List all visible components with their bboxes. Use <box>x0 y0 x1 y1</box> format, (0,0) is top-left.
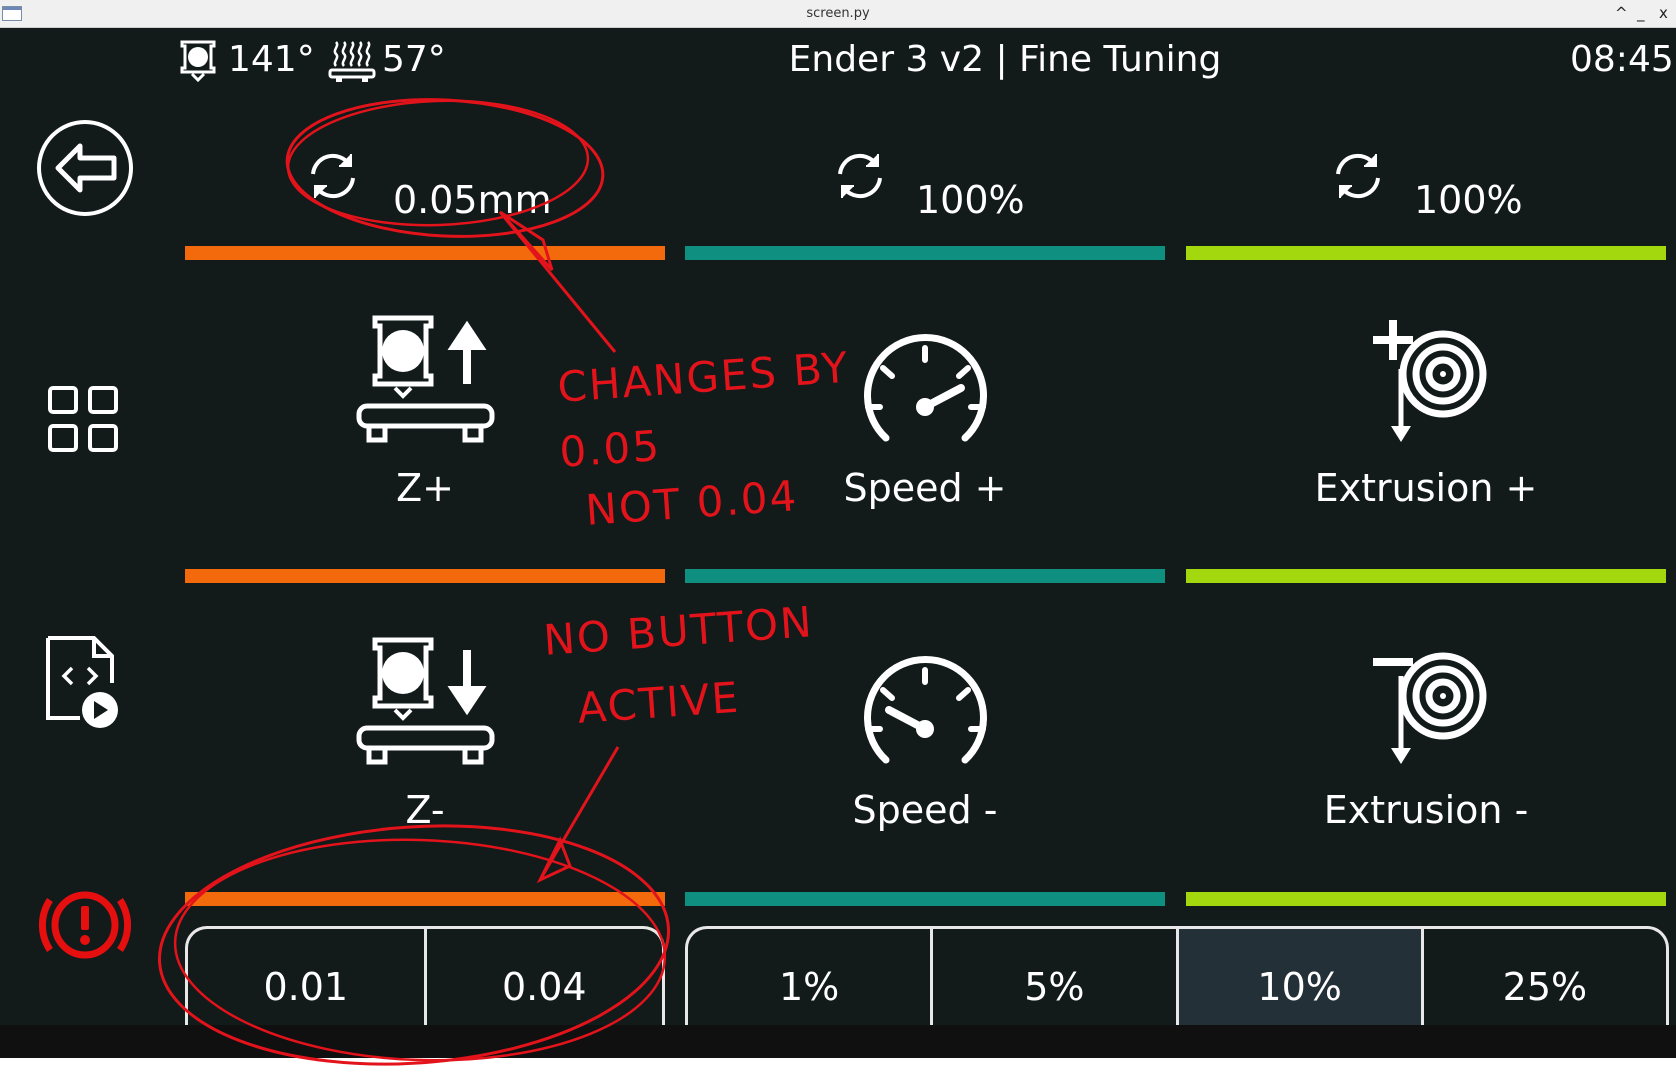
nozzle-up-icon <box>356 315 495 443</box>
z-divider <box>185 569 665 583</box>
file-code-play-icon <box>46 636 118 728</box>
speed-divider <box>685 569 1165 583</box>
nozzle-down-icon <box>356 637 495 765</box>
annotation-note: 0.05 <box>557 420 663 477</box>
refresh-icon <box>1336 153 1380 199</box>
grid-icon <box>48 386 118 452</box>
z-divider <box>185 892 665 906</box>
percent-step-selector: 1% 5% 10% 25% <box>685 926 1669 1025</box>
speed-divider <box>685 246 1165 260</box>
speed-down-label: Speed - <box>852 788 998 832</box>
minimize-button[interactable]: _ <box>1637 4 1645 22</box>
macros-button[interactable] <box>20 613 150 743</box>
back-arrow-icon <box>37 120 133 216</box>
extrusion-down-label: Extrusion - <box>1323 788 1529 832</box>
percent-step-option-active[interactable]: 10% <box>1178 929 1424 1025</box>
percent-step-option[interactable]: 25% <box>1424 929 1666 1025</box>
bottom-strip <box>0 1025 1676 1058</box>
clock: 08:45 <box>1570 39 1674 80</box>
z-step-option[interactable]: 0.04 <box>427 929 663 1025</box>
printer-screen: 141° 57° Ender 3 v2 | Fine Tuning 08:45 <box>0 28 1676 1025</box>
extrusion-divider <box>1186 569 1666 583</box>
z-step-selector: 0.01 0.04 <box>185 926 665 1025</box>
alert-icon <box>38 891 132 959</box>
extrude-plus-icon <box>1373 320 1487 442</box>
refresh-icon <box>838 153 882 199</box>
emergency-stop-button[interactable] <box>20 860 150 990</box>
speed-divider <box>685 892 1165 906</box>
extrusion-down-button[interactable]: Extrusion - <box>1186 586 1666 884</box>
menu-button[interactable] <box>20 350 150 480</box>
refresh-icon <box>311 153 355 199</box>
maximize-button[interactable]: ^ <box>1615 4 1628 22</box>
z-offset-value: 0.05mm <box>393 178 552 222</box>
extrusion-up-button[interactable]: Extrusion + <box>1186 264 1666 562</box>
speed-value: 100% <box>916 178 1025 222</box>
extrusion-divider <box>1186 892 1666 906</box>
back-button[interactable] <box>20 103 150 233</box>
window-titlebar: screen.py ^ _ x <box>0 0 1676 28</box>
page-title: Ender 3 v2 | Fine Tuning <box>788 39 1222 80</box>
extrusion-value: 100% <box>1414 178 1523 222</box>
z-divider <box>185 246 665 260</box>
gauge-low-icon <box>864 656 987 764</box>
percent-step-option[interactable]: 5% <box>933 929 1179 1025</box>
extrude-minus-icon <box>1373 652 1487 764</box>
extrusion-divider <box>1186 246 1666 260</box>
z-down-label: Z- <box>405 788 445 832</box>
z-step-option[interactable]: 0.01 <box>188 929 427 1025</box>
close-button[interactable]: x <box>1659 4 1668 22</box>
gauge-high-icon <box>864 334 987 442</box>
percent-step-option[interactable]: 1% <box>688 929 934 1025</box>
window-title: screen.py <box>806 6 870 21</box>
extrusion-up-label: Extrusion + <box>1314 466 1538 510</box>
